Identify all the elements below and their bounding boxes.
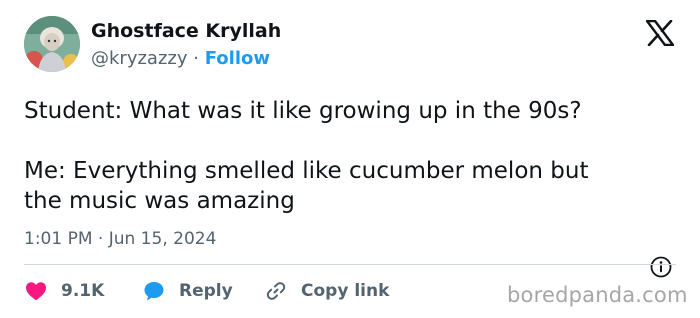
- avatar[interactable]: [24, 16, 80, 72]
- copy-link-button[interactable]: Copy link: [264, 279, 389, 303]
- author-handle[interactable]: @kryzazzy: [91, 48, 188, 69]
- x-logo-icon[interactable]: [646, 20, 674, 46]
- author-subline: @kryzazzy · Follow: [91, 48, 270, 69]
- post-time: 1:01 PM: [24, 229, 93, 249]
- post-text-line-1: Student: What was it like growing up in …: [24, 98, 582, 124]
- link-icon: [266, 282, 286, 300]
- handle-separator: ·: [193, 48, 199, 69]
- reply-label: Reply: [179, 281, 233, 301]
- post-text-line-3: the music was amazing: [24, 188, 295, 214]
- divider: [24, 264, 676, 265]
- speech-bubble-icon: [144, 282, 164, 301]
- author-name[interactable]: Ghostface Kryllah: [91, 20, 281, 42]
- post-date: Jun 15, 2024: [108, 229, 217, 249]
- watermark: boredpanda.com: [507, 283, 688, 307]
- avatar-image: [24, 16, 80, 72]
- info-icon[interactable]: [650, 256, 672, 278]
- like-button[interactable]: 9.1K: [24, 279, 104, 303]
- like-count: 9.1K: [61, 281, 105, 301]
- post-text-line-2: Me: Everything smelled like cucumber mel…: [24, 158, 589, 184]
- heart-icon: [26, 282, 46, 301]
- copy-link-label: Copy link: [301, 281, 390, 301]
- date-separator: ·: [97, 229, 104, 249]
- follow-button[interactable]: Follow: [205, 48, 270, 69]
- reply-button[interactable]: Reply: [142, 279, 233, 303]
- post-timestamp[interactable]: 1:01 PM · Jun 15, 2024: [24, 229, 216, 249]
